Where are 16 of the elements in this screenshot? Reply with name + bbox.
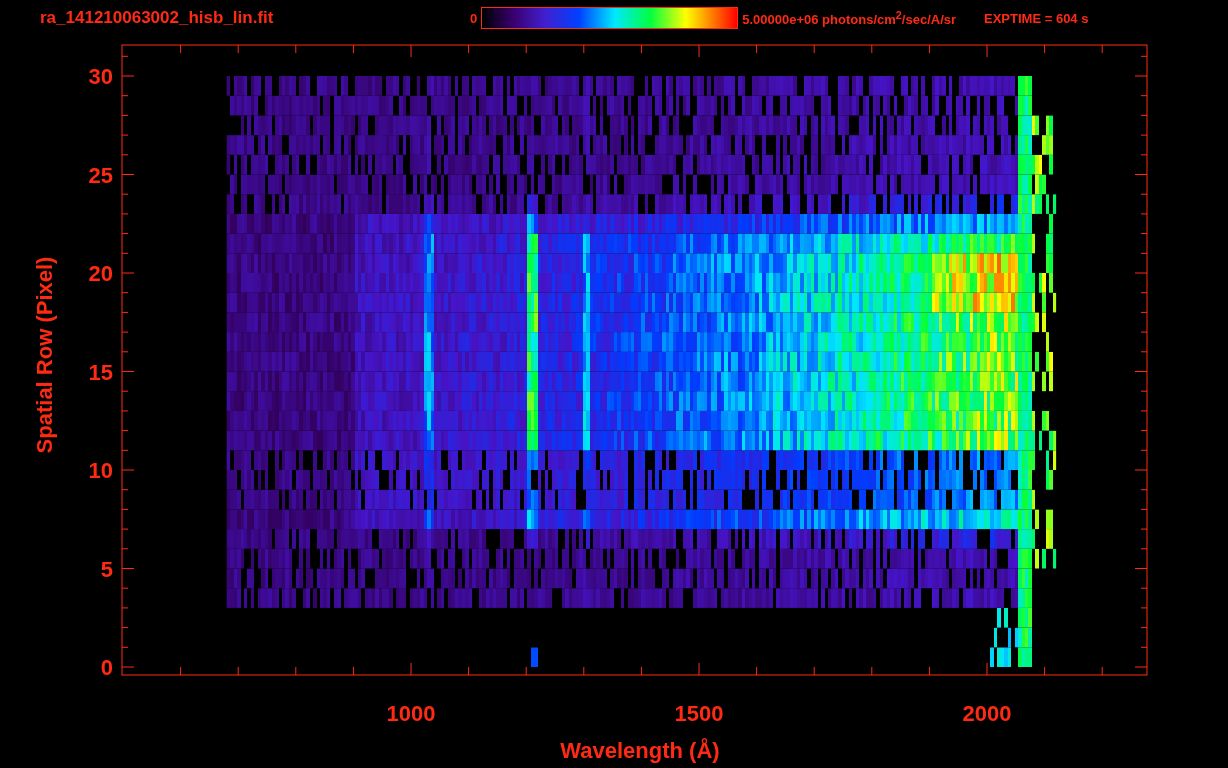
y-tick-label: 0 (100, 655, 113, 680)
y-tick-label: 10 (88, 458, 113, 483)
x-tick-label: 2000 (962, 701, 1012, 726)
y-tick-label: 20 (88, 261, 113, 286)
colorbar-max-label: 5.00000e+06 photons/cm$^{2}$/sec/A/sr (742, 8, 957, 28)
colorbar-min-label: 0 (470, 10, 478, 26)
y-tick-label: 5 (100, 556, 113, 582)
exposure-time: EXPTIME = 604 s (984, 10, 1089, 26)
y-tick-label: 30 (88, 64, 113, 89)
x-axis-title: Wavelength (Å) (560, 738, 720, 763)
x-tick-label: 1000 (386, 701, 436, 726)
y-tick-label: 25 (88, 162, 113, 188)
x-tick-label: 1500 (674, 701, 724, 726)
y-axis-title: Spatial Row (Pixel) (32, 256, 57, 454)
y-tick-label: 15 (88, 359, 113, 385)
plot-title: ra_141210063002_hisb_lin.fit (40, 8, 275, 28)
